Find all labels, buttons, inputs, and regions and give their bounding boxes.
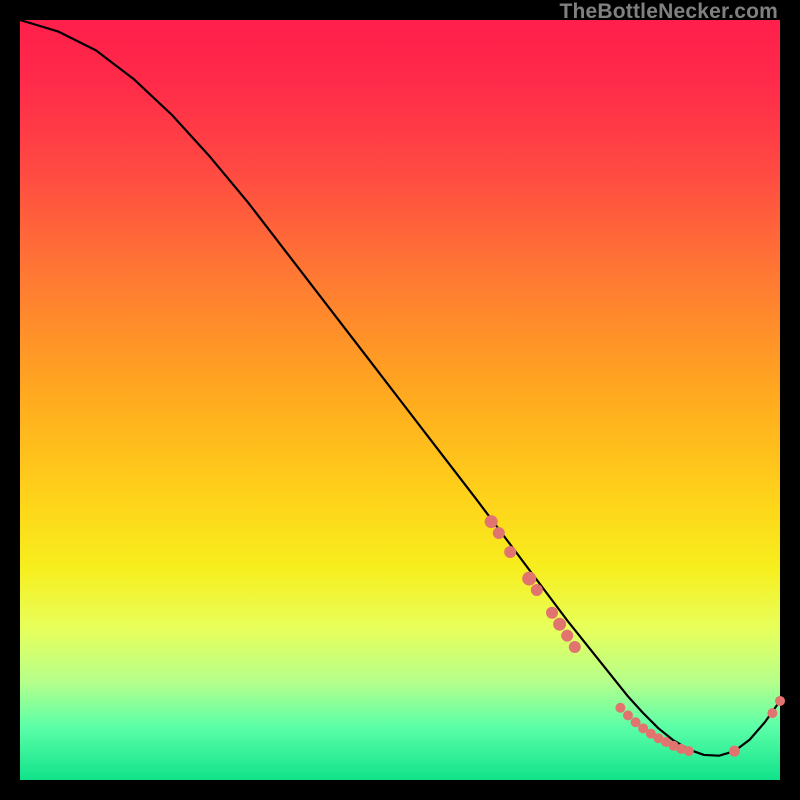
data-marker bbox=[684, 746, 694, 756]
data-marker bbox=[485, 515, 498, 528]
data-marker bbox=[553, 618, 566, 631]
chart-stage: TheBottleNecker.com bbox=[0, 0, 800, 800]
data-marker bbox=[531, 584, 543, 596]
marker-layer bbox=[485, 515, 785, 757]
data-marker bbox=[775, 696, 785, 706]
data-marker bbox=[546, 607, 558, 619]
data-marker bbox=[561, 630, 573, 642]
data-marker bbox=[493, 527, 505, 539]
curve-line bbox=[20, 20, 780, 756]
data-marker bbox=[504, 546, 516, 558]
data-marker bbox=[569, 641, 581, 653]
plot-area bbox=[20, 20, 780, 780]
data-marker bbox=[623, 710, 633, 720]
chart-svg bbox=[20, 20, 780, 780]
data-marker bbox=[729, 746, 740, 757]
data-marker bbox=[767, 708, 777, 718]
data-marker bbox=[522, 572, 536, 586]
data-marker bbox=[615, 703, 625, 713]
